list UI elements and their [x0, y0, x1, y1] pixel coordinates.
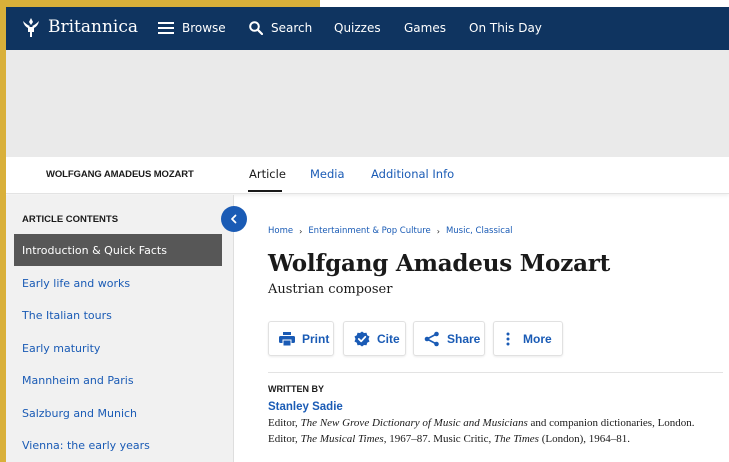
more-vertical-icon [506, 332, 510, 345]
breadcrumb: Home › Entertainment & Pop Culture › Mus… [268, 226, 513, 236]
chevron-left-icon [231, 214, 237, 224]
bio-text-3: , 1967–87. Music Critic, [383, 432, 494, 445]
toc-item-italian-tours[interactable]: The Italian tours [14, 299, 222, 331]
more-button[interactable]: More [493, 321, 563, 356]
thistle-logo-icon [23, 18, 39, 37]
printer-icon [279, 331, 295, 346]
section-divider [268, 372, 723, 373]
nav-games-label: Games [404, 21, 446, 35]
brand-name: Britannica [48, 17, 139, 37]
nav-quizzes[interactable]: Quizzes [334, 21, 381, 35]
toc-item-early-life[interactable]: Early life and works [14, 267, 222, 299]
breadcrumb-entertainment[interactable]: Entertainment & Pop Culture [308, 226, 430, 236]
search-icon [249, 21, 263, 35]
tab-article[interactable]: Article [249, 167, 286, 181]
breadcrumb-music-classical[interactable]: Music, Classical [446, 226, 513, 236]
written-by-label: WRITTEN BY [268, 384, 324, 394]
more-label: More [523, 331, 552, 346]
nav-games[interactable]: Games [404, 21, 446, 35]
verified-badge-icon [354, 331, 370, 346]
bio-work-1: The New Grove Dictionary of Music and Mu… [300, 417, 528, 429]
tab-additional-info[interactable]: Additional Info [371, 167, 454, 181]
share-icon [424, 331, 439, 346]
toc-item-introduction[interactable]: Introduction & Quick Facts [14, 234, 222, 266]
print-button[interactable]: Print [268, 321, 334, 356]
sidebar-heading: ARTICLE CONTENTS [22, 214, 119, 225]
article-bar-title: WOLFGANG AMADEUS MOZART [46, 169, 194, 180]
article-main: Home › Entertainment & Pop Culture › Mus… [268, 195, 723, 462]
nav-search[interactable]: Search [249, 21, 312, 35]
toc-item-salzburg-munich[interactable]: Salzburg and Munich [14, 397, 222, 429]
ad-banner-area [6, 50, 729, 157]
print-label: Print [302, 331, 330, 346]
article-contents-sidebar: ARTICLE CONTENTS Introduction & Quick Fa… [6, 195, 234, 462]
nav-browse-label: Browse [182, 21, 226, 35]
nav-browse[interactable]: Browse [158, 21, 226, 35]
hamburger-icon [158, 22, 174, 34]
author-bio: Editor, The New Grove Dictionary of Musi… [268, 416, 720, 447]
britannica-logo[interactable]: Britannica [20, 16, 138, 38]
nav-quizzes-label: Quizzes [334, 21, 381, 35]
bio-text-1: Editor, [268, 417, 301, 429]
tab-media[interactable]: Media [310, 167, 345, 181]
bio-text-4: (London), 1964–81. [538, 432, 630, 445]
top-nav: Britannica Browse Search Quizzes Games O… [6, 7, 729, 50]
bio-work-3: The Times [494, 432, 539, 445]
cite-button[interactable]: Cite [343, 321, 406, 356]
page-subtitle: Austrian composer [268, 282, 393, 297]
author-link[interactable]: Stanley Sadie [268, 401, 343, 413]
breadcrumb-home[interactable]: Home [268, 226, 293, 236]
collapse-sidebar-button[interactable] [221, 206, 247, 232]
nav-on-this-day-label: On This Day [469, 21, 542, 35]
share-button[interactable]: Share [413, 321, 485, 356]
window-edge [320, 0, 729, 7]
toc-item-mannheim-paris[interactable]: Mannheim and Paris [14, 364, 222, 396]
chevron-right-icon: › [436, 226, 440, 236]
cite-label: Cite [377, 331, 400, 346]
toc-item-early-maturity[interactable]: Early maturity [14, 332, 222, 364]
article-header-bar: WOLFGANG AMADEUS MOZART Article Media Ad… [6, 157, 729, 194]
chevron-right-icon: › [299, 226, 303, 236]
nav-search-label: Search [271, 21, 313, 35]
nav-on-this-day[interactable]: On This Day [469, 21, 542, 35]
browser-page: Britannica Browse Search Quizzes Games O… [6, 7, 729, 462]
page-title: Wolfgang Amadeus Mozart [268, 250, 611, 277]
share-label: Share [447, 331, 481, 346]
active-tab-indicator [248, 190, 282, 192]
toc-item-vienna[interactable]: Vienna: the early years [14, 429, 222, 461]
bio-work-2: The Musical Times [300, 432, 384, 445]
